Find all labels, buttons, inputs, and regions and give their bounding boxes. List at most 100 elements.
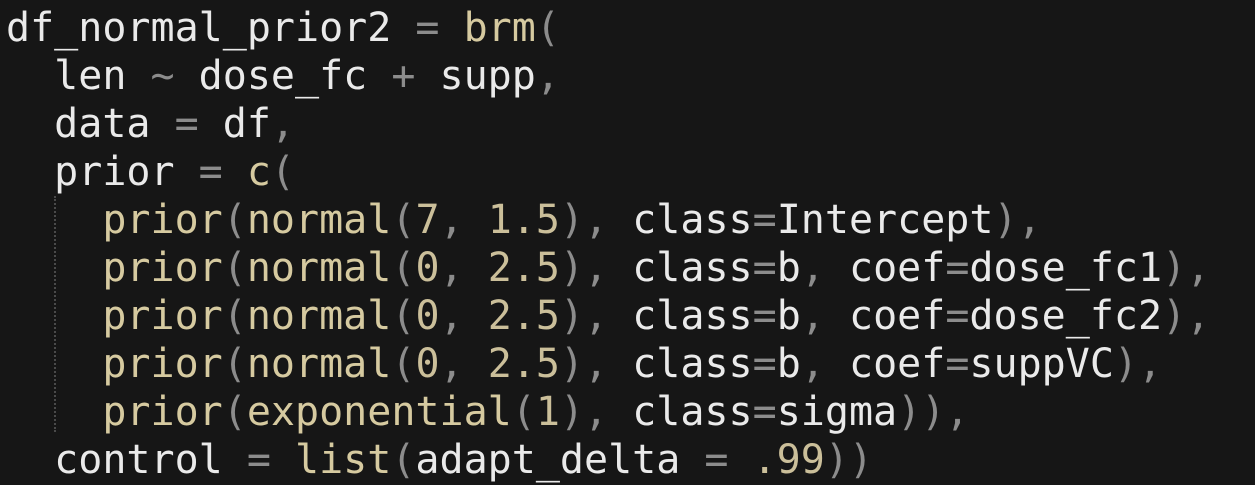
code-token: coef	[848, 341, 946, 387]
code-token: ),	[1113, 341, 1163, 387]
code-token: ,	[270, 101, 296, 147]
code-token: ,	[439, 245, 488, 291]
code-token: ,	[439, 293, 488, 339]
code-token: list	[295, 437, 392, 483]
code-token: 7	[415, 197, 440, 243]
code-token: prior	[102, 245, 223, 291]
code-token: ),	[1162, 293, 1211, 339]
code-token: dose_fc2	[969, 293, 1163, 339]
code-token: (	[391, 341, 416, 387]
code-token: 0	[415, 341, 440, 387]
code-token: df_normal_prior2	[6, 5, 392, 51]
code-token: 0	[415, 245, 440, 291]
code-token: brm	[463, 5, 536, 51]
code-token: c	[246, 149, 271, 195]
code-token: df	[222, 101, 271, 147]
code-token: =	[752, 197, 777, 243]
code-token: class	[632, 389, 753, 435]
code-token: ~	[126, 53, 199, 99]
code-token: (	[222, 245, 247, 291]
code-token: =	[752, 293, 777, 339]
code-token: b	[776, 341, 801, 387]
code-line: df_normal_prior2 = brm(	[6, 4, 560, 52]
code-token: ),	[993, 197, 1042, 243]
code-token: adapt_delta	[415, 437, 681, 483]
code-token: b	[776, 293, 801, 339]
code-token: 1	[535, 389, 560, 435]
code-token: ),	[559, 197, 633, 243]
code-token: coef	[848, 245, 946, 291]
code-token: class	[632, 293, 753, 339]
code-token: prior	[102, 389, 223, 435]
code-line: data = df,	[6, 100, 295, 148]
code-token: (	[511, 389, 536, 435]
code-token: supp	[439, 53, 536, 99]
code-token: ),	[559, 341, 633, 387]
code-token: coef	[848, 293, 946, 339]
code-token: +	[367, 53, 440, 99]
code-line: prior = c(	[6, 148, 295, 196]
code-token: ,	[800, 341, 849, 387]
code-token: normal	[246, 245, 392, 291]
code-token: ),	[559, 389, 633, 435]
code-token: (	[222, 341, 247, 387]
code-token: =	[752, 341, 777, 387]
code-token: normal	[246, 293, 392, 339]
code-token: .99	[752, 437, 825, 483]
code-token: 0	[415, 293, 440, 339]
code-token: =	[752, 245, 777, 291]
code-token: ),	[1162, 245, 1211, 291]
code-token: b	[776, 245, 801, 291]
code-token: 1.5	[487, 197, 560, 243]
code-token: class	[632, 245, 753, 291]
code-token: len	[6, 53, 127, 99]
code-token: normal	[246, 197, 392, 243]
code-token: data	[6, 101, 151, 147]
code-token: ))	[824, 437, 873, 483]
code-token: prior	[6, 149, 175, 195]
code-token: =	[945, 293, 970, 339]
code-token: ),	[559, 293, 633, 339]
code-token: (	[391, 245, 416, 291]
code-token: class	[632, 197, 753, 243]
code-token: )),	[897, 389, 970, 435]
code-token: 2.5	[487, 341, 560, 387]
code-token: (	[222, 389, 247, 435]
code-token: ,	[439, 197, 488, 243]
code-token: =	[945, 245, 970, 291]
code-token: =	[222, 437, 295, 483]
code-line: len ~ dose_fc + supp,	[6, 52, 560, 100]
code-token: ),	[559, 245, 633, 291]
code-token: (	[535, 5, 560, 51]
code-token: ,	[439, 341, 488, 387]
code-token: ,	[535, 53, 560, 99]
code-token: sigma	[776, 389, 898, 435]
code-token: 2.5	[487, 293, 560, 339]
code-line: prior(exponential(1), class=sigma)),	[6, 388, 969, 436]
code-line: prior(normal(0, 2.5), class=b, coef=dose…	[6, 244, 1210, 292]
code-token: (	[391, 437, 416, 483]
code-token: (	[222, 293, 247, 339]
code-token: dose_fc	[198, 53, 368, 99]
code-token: Intercept	[776, 197, 994, 243]
code-token: prior	[102, 197, 223, 243]
code-token: =	[174, 149, 247, 195]
code-token: (	[391, 293, 416, 339]
code-line: prior(normal(7, 1.5), class=Intercept),	[6, 196, 1042, 244]
code-line: prior(normal(0, 2.5), class=b, coef=dose…	[6, 292, 1210, 340]
code-token: =	[680, 437, 753, 483]
code-token: (	[391, 197, 416, 243]
code-token: suppVC	[969, 341, 1114, 387]
code-token: prior	[102, 293, 223, 339]
code-token: prior	[102, 341, 223, 387]
code-line: control = list(adapt_delta = .99))	[6, 436, 873, 484]
code-token: ,	[800, 245, 849, 291]
code-token: =	[945, 341, 970, 387]
code-token: control	[6, 437, 223, 483]
code-editor[interactable]: df_normal_prior2 = brm( len ~ dose_fc + …	[0, 0, 1255, 485]
